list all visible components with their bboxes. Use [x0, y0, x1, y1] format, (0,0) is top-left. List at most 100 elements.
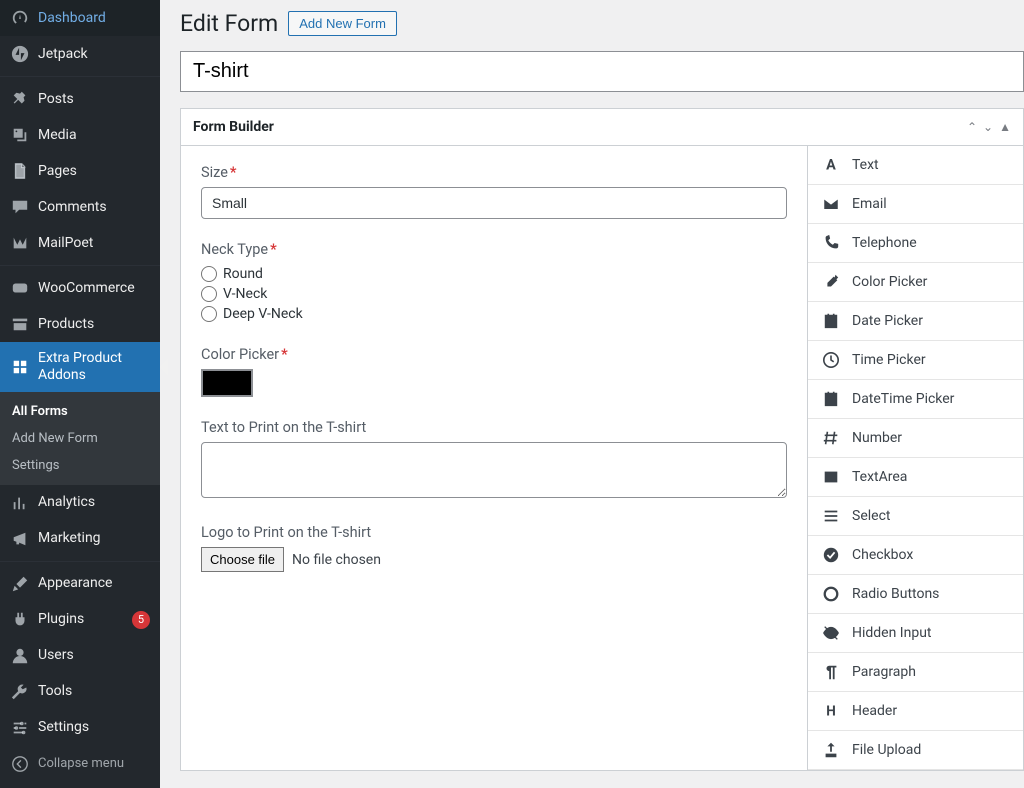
timepicker-icon	[822, 351, 840, 369]
admin-sidebar: DashboardJetpack PostsMedia Pages Comments M…	[0, 0, 160, 788]
page-header: Edit Form Add New Form	[180, 10, 1024, 37]
sidebar-item-appearance[interactable]: Appearance	[0, 566, 160, 602]
add-new-form-button[interactable]: Add New Form	[288, 11, 397, 36]
textarea-icon	[822, 468, 840, 486]
size-input[interactable]	[201, 187, 787, 219]
datepicker-icon	[822, 312, 840, 330]
palette-item-radio[interactable]: Radio Buttons	[808, 575, 1023, 614]
palette-item-text[interactable]: AText	[808, 146, 1023, 185]
palette-item-label: Header	[852, 703, 897, 719]
sidebar-subitem-all-forms[interactable]: All Forms	[0, 398, 160, 425]
sidebar-item-plugins[interactable]: Plugins5	[0, 602, 160, 638]
palette-item-select[interactable]: Select	[808, 497, 1023, 536]
svg-text:A: A	[826, 157, 836, 174]
users-icon	[10, 646, 30, 666]
sidebar-item-users[interactable]: Users	[0, 638, 160, 674]
field-palette: ATextEmailTelephone Color Picker Date Pick…	[807, 146, 1023, 770]
neck-option-1[interactable]: V-Neck	[201, 284, 787, 304]
fileupload-icon	[822, 741, 840, 759]
form-builder-panel: Form Builder ⌃ ⌄ ▲ Size* Neck Type* Roun…	[180, 108, 1024, 771]
sidebar-item-collapse[interactable]: Collapse menu	[0, 746, 160, 782]
appearance-icon	[10, 574, 30, 594]
neck-radio-1[interactable]	[201, 286, 217, 302]
settings-main-icon	[10, 718, 30, 738]
palette-item-textarea[interactable]: TextArea	[808, 458, 1023, 497]
palette-item-timepicker[interactable]: Time Picker	[808, 341, 1023, 380]
neck-option-0[interactable]: Round	[201, 264, 787, 284]
sidebar-item-woocommerce[interactable]: WooCommerce	[0, 270, 160, 306]
palette-item-paragraph[interactable]: Paragraph	[808, 653, 1023, 692]
builder-canvas: Size* Neck Type* RoundV-NeckDeep V-Neck …	[181, 146, 807, 770]
sidebar-item-label: Plugins	[38, 611, 120, 628]
color-picker-swatch[interactable]	[201, 369, 253, 397]
print-text-textarea[interactable]	[201, 442, 787, 498]
sidebar-item-dashboard[interactable]: Dashboard	[0, 0, 160, 36]
svg-text:H: H	[826, 704, 836, 720]
panel-move-down-icon[interactable]: ⌄	[983, 120, 993, 134]
sidebar-item-tools[interactable]: Tools	[0, 674, 160, 710]
palette-item-fileupload[interactable]: File Upload	[808, 731, 1023, 770]
palette-item-hidden[interactable]: Hidden Input	[808, 614, 1023, 653]
palette-item-datetimepicker[interactable]: DateTime Picker	[808, 380, 1023, 419]
palette-item-label: Radio Buttons	[852, 586, 939, 602]
palette-item-label: TextArea	[852, 469, 907, 485]
page-title: Edit Form	[180, 10, 278, 37]
sidebar-item-comments[interactable]: Comments	[0, 189, 160, 225]
palette-item-label: Color Picker	[852, 274, 927, 290]
palette-item-email[interactable]: Email	[808, 185, 1023, 224]
form-name-input[interactable]	[180, 51, 1024, 92]
field-color-label: Color Picker*	[201, 346, 787, 363]
sidebar-item-media[interactable]: Media	[0, 117, 160, 153]
sidebar-item-label: Products	[38, 316, 150, 333]
palette-item-checkbox[interactable]: Checkbox	[808, 536, 1023, 575]
jetpack-icon	[10, 44, 30, 64]
sidebar-item-pages[interactable]: Pages	[0, 153, 160, 189]
mailpoet-icon	[10, 233, 30, 253]
panel-header: Form Builder ⌃ ⌄ ▲	[181, 109, 1023, 146]
sidebar-item-jetpack[interactable]: Jetpack	[0, 36, 160, 72]
field-neck: Neck Type* RoundV-Neck Deep V-Neck	[201, 241, 787, 324]
sidebar-item-mailpoet[interactable]: MailPoet	[0, 225, 160, 261]
comments-icon	[10, 197, 30, 217]
field-neck-label: Neck Type*	[201, 241, 787, 258]
sidebar-item-products[interactable]: Products	[0, 306, 160, 342]
palette-item-label: Checkbox	[852, 547, 913, 563]
panel-toggle-icon[interactable]: ▲	[999, 120, 1011, 134]
sidebar-item-label: Pages	[38, 163, 150, 180]
palette-item-colorpicker[interactable]: Color Picker	[808, 263, 1023, 302]
field-size-label: Size*	[201, 164, 787, 181]
sidebar-subitem-add-new-form[interactable]: Add New Form	[0, 425, 160, 452]
neck-option-2[interactable]: Deep V-Neck	[201, 304, 787, 324]
sidebar-item-marketing[interactable]: Marketing	[0, 521, 160, 557]
neck-option-label: Deep V-Neck	[223, 306, 303, 322]
sidebar-item-label: Marketing	[38, 530, 150, 547]
neck-radio-2[interactable]	[201, 306, 217, 322]
collapse-icon	[10, 754, 30, 774]
hidden-icon	[822, 624, 840, 642]
media-icon	[10, 125, 30, 145]
epa-icon	[10, 357, 30, 377]
palette-item-label: Paragraph	[852, 664, 916, 680]
sidebar-item-posts[interactable]: Posts	[0, 81, 160, 117]
posts-icon	[10, 89, 30, 109]
palette-item-telephone[interactable]: Telephone	[808, 224, 1023, 263]
palette-item-label: File Upload	[852, 742, 921, 758]
palette-item-header[interactable]: H Header	[808, 692, 1023, 731]
sidebar-item-settings-main[interactable]: Settings	[0, 710, 160, 746]
select-icon	[822, 507, 840, 525]
neck-radio-0[interactable]	[201, 266, 217, 282]
analytics-icon	[10, 493, 30, 513]
palette-item-label: Date Picker	[852, 313, 923, 329]
sidebar-item-analytics[interactable]: Analytics	[0, 485, 160, 521]
sidebar-subitem-settings[interactable]: Settings	[0, 452, 160, 479]
pages-icon	[10, 161, 30, 181]
sidebar-item-label: Comments	[38, 199, 150, 216]
panel-move-up-icon[interactable]: ⌃	[967, 120, 977, 134]
field-logo-label: Logo to Print on the T-shirt	[201, 524, 787, 541]
palette-item-datepicker[interactable]: Date Picker	[808, 302, 1023, 341]
choose-file-button[interactable]: Choose file	[201, 547, 284, 572]
palette-item-number[interactable]: Number	[808, 419, 1023, 458]
sidebar-item-epa[interactable]: Extra Product Addons	[0, 342, 160, 392]
palette-item-label: Number	[852, 430, 902, 446]
sidebar-item-label: Analytics	[38, 494, 150, 511]
